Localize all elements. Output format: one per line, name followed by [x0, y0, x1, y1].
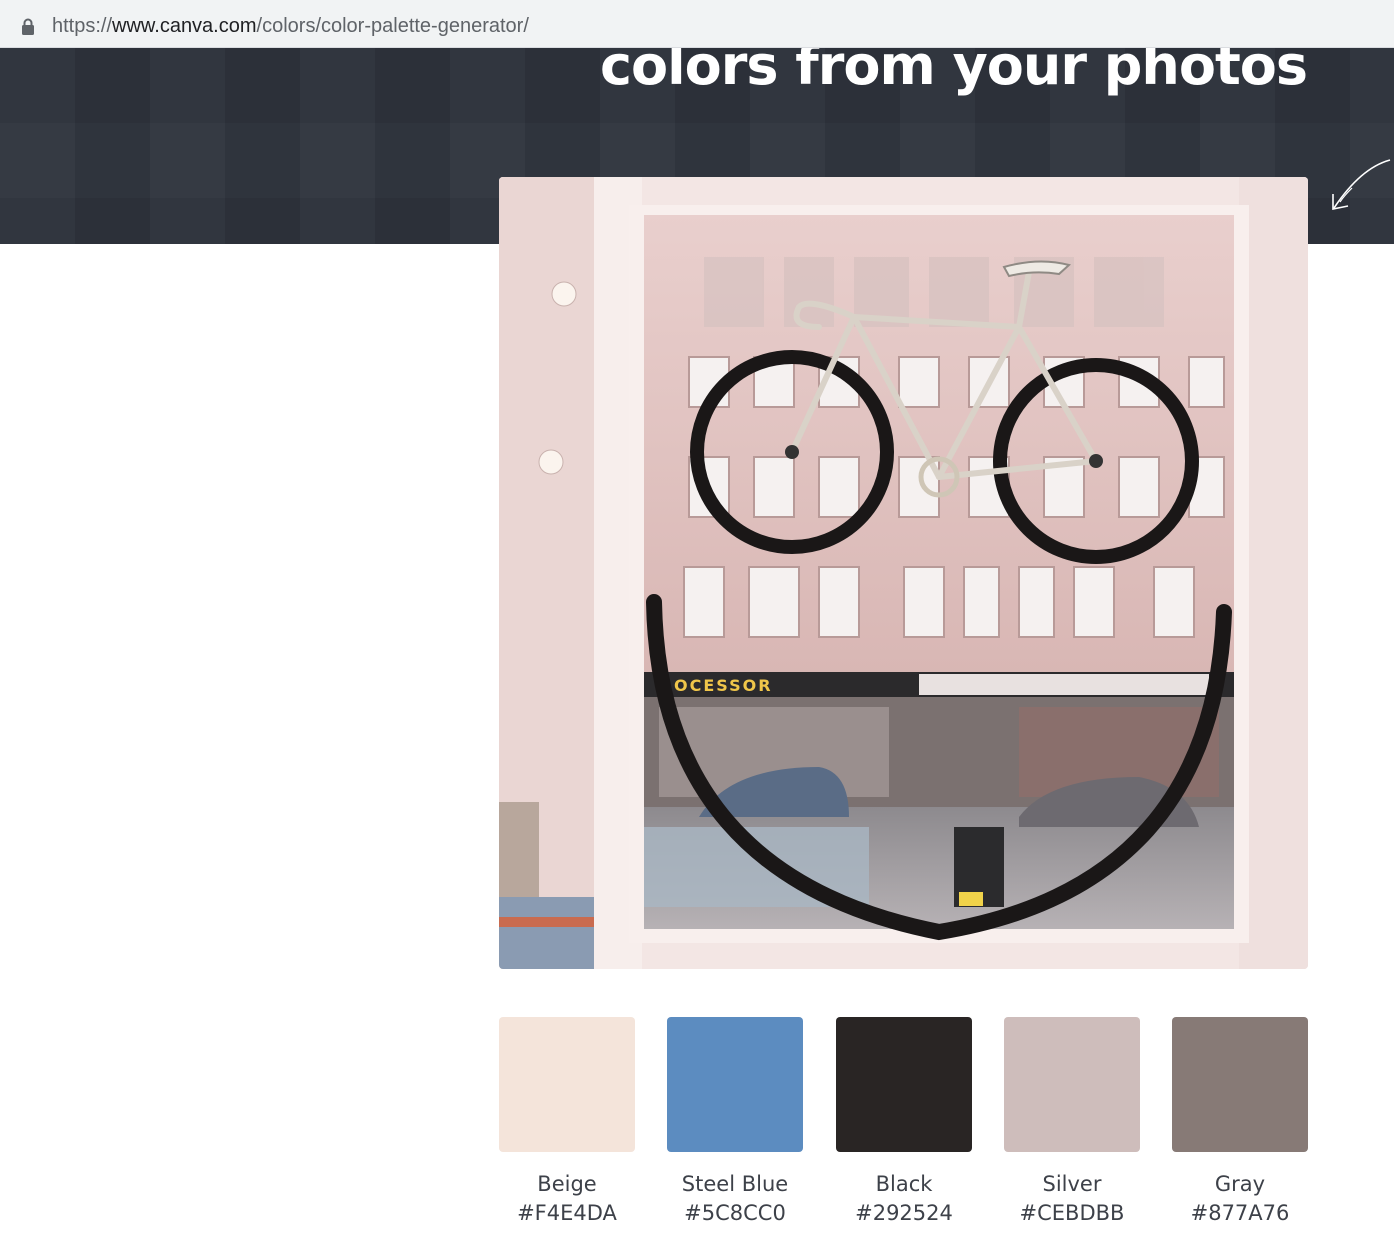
color-swatch[interactable] [836, 1017, 972, 1152]
lock-icon[interactable] [21, 18, 35, 36]
color-hex[interactable]: #F4E4DA [499, 1201, 635, 1225]
color-swatch[interactable] [1004, 1017, 1140, 1152]
color-name: Black [875, 1172, 933, 1196]
palette-item-steel-blue: Steel Blue #5C8CC0 [667, 1017, 803, 1225]
color-name: Steel Blue [681, 1172, 789, 1196]
color-hex[interactable]: #292524 [836, 1201, 972, 1225]
palette-item-beige: Beige #F4E4DA [499, 1017, 635, 1225]
curved-arrow-icon [1332, 159, 1391, 210]
palette-item-gray: Gray #877A76 [1172, 1017, 1308, 1225]
browser-address-bar: https://www.canva.com/colors/color-palet… [0, 0, 1394, 48]
palette-item-black: Black #292524 [836, 1017, 972, 1225]
url-text[interactable]: https://www.canva.com/colors/color-palet… [52, 15, 529, 38]
color-swatch[interactable] [1172, 1017, 1308, 1152]
palette-item-silver: Silver #CEBDBB [1004, 1017, 1140, 1225]
uploaded-photo[interactable]: OCESSOR [499, 177, 1308, 969]
svg-text:OCESSOR: OCESSOR [674, 676, 773, 695]
color-swatch[interactable] [499, 1017, 635, 1152]
color-hex[interactable]: #5C8CC0 [667, 1201, 803, 1225]
color-palette: Beige #F4E4DA Steel Blue #5C8CC0 Black #… [499, 1017, 1308, 1232]
color-hex[interactable]: #CEBDBB [1004, 1201, 1140, 1225]
color-name: Gray [1214, 1172, 1266, 1196]
photo-illustration: OCESSOR [499, 177, 1308, 969]
url-host: www.canva.com [112, 15, 257, 37]
color-name: Silver [1042, 1172, 1102, 1196]
color-swatch[interactable] [667, 1017, 803, 1152]
url-prefix: https:// [52, 15, 113, 37]
color-hex[interactable]: #877A76 [1172, 1201, 1308, 1225]
url-path: /colors/color-palette-generator/ [256, 15, 529, 37]
url-field[interactable]: https://www.canva.com/colors/color-palet… [4, 4, 1390, 42]
hero-title: colors from your photos [600, 48, 1308, 97]
color-name: Beige [537, 1172, 597, 1196]
